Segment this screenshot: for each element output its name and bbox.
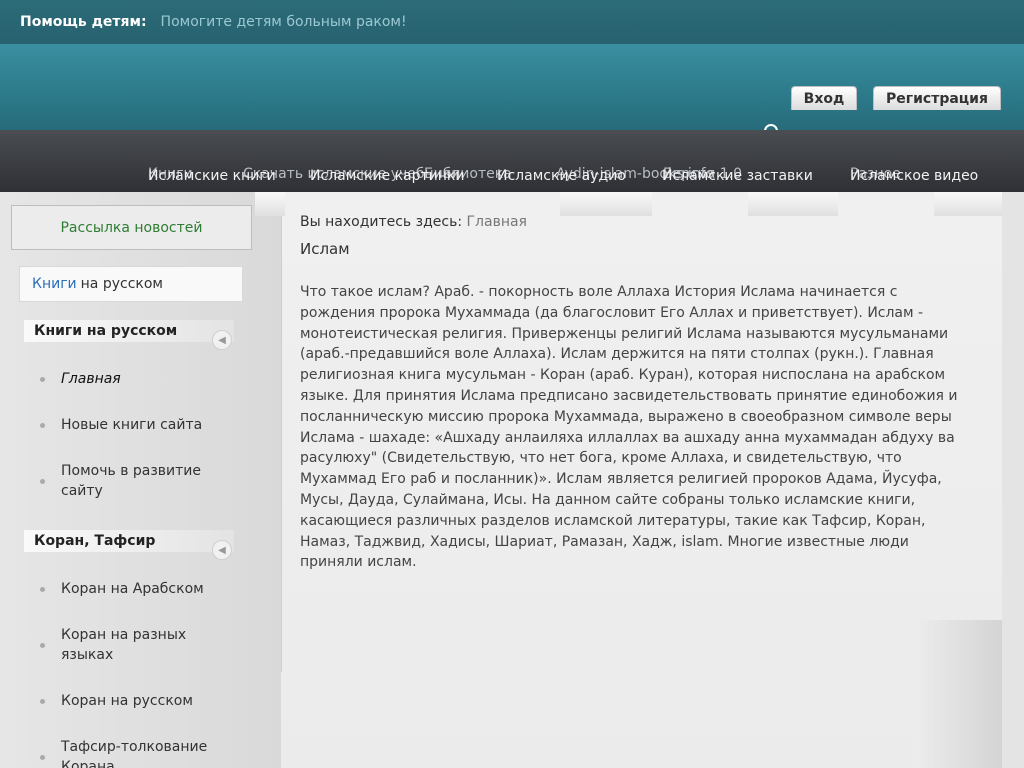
section-heading-books: Книги на русском (24, 320, 234, 342)
books-link[interactable]: Книги (32, 276, 77, 292)
nav-tab-decoration (748, 192, 838, 216)
books-language-box: Книги на русском (19, 266, 243, 302)
bullet-icon (40, 698, 45, 704)
books-suffix: на русском (80, 276, 163, 292)
menu-item-home[interactable]: Главная (40, 369, 230, 389)
bullet-icon (40, 642, 45, 648)
nav-tab-decoration (560, 192, 652, 216)
help-children-link[interactable]: Помогите детям больным раком! (161, 14, 407, 30)
menu-item-label: Помочь в развитие сайту (61, 463, 202, 499)
bullet-icon (40, 754, 45, 760)
bullet-icon (40, 422, 45, 428)
section-heading-quran: Коран, Тафсир (24, 530, 234, 552)
register-button[interactable]: Регистрация (873, 86, 1001, 110)
menu-item-tafsir[interactable]: Тафсир-толкование Корана (40, 737, 230, 768)
breadcrumb: Вы находитесь здесь: Главная (300, 214, 527, 230)
menu-item-label: Коран на русском (61, 693, 193, 709)
menu-item-label: Главная (61, 371, 121, 387)
bullet-icon (40, 478, 45, 484)
bullet-icon (40, 586, 45, 592)
nav-tab-decoration (255, 192, 285, 216)
menu-item-quran-arabic[interactable]: Коран на Арабском (40, 579, 230, 599)
menu-item-quran-languages[interactable]: Коран на разных языках (40, 625, 230, 665)
breadcrumb-label: Вы находитесь здесь: (300, 214, 463, 230)
nav-item-video[interactable]: Исламское видео (850, 168, 978, 184)
nav-item-audio[interactable]: Исламские аудио (497, 168, 626, 184)
site-header: Вход Регистрация (0, 44, 1024, 144)
nav-tab-decoration (934, 192, 1002, 216)
right-margin (1002, 192, 1024, 768)
help-children-label: Помощь детям: (20, 14, 147, 30)
chevron-left-icon[interactable]: ◀ (212, 330, 232, 350)
menu-item-label: Коран на Арабском (61, 581, 204, 597)
page-title: Ислам (300, 240, 350, 258)
menu-item-label: Новые книги сайта (61, 417, 203, 433)
main-content: Вы находитесь здесь: Главная Ислам Что т… (282, 192, 1002, 768)
nav-item-screensavers[interactable]: Исламские заставки (662, 168, 813, 184)
login-button[interactable]: Вход (791, 86, 857, 110)
top-bar: Помощь детям: Помогите детям больным рак… (0, 0, 1024, 44)
nav-item-pictures[interactable]: Исламские картинки (310, 168, 464, 184)
main-navigation: Книги Скачать исламские учебники Библиот… (0, 130, 1024, 192)
breadcrumb-current[interactable]: Главная (467, 214, 527, 230)
article-text: Что такое ислам? Араб. - покорность воле… (300, 284, 958, 571)
chevron-left-icon[interactable]: ◀ (212, 540, 232, 560)
menu-item-quran-russian[interactable]: Коран на русском (40, 691, 230, 711)
menu-item-help-site[interactable]: Помочь в развитие сайту (40, 461, 230, 501)
bullet-icon (40, 376, 45, 382)
nav-item-books[interactable]: Исламские книги (148, 168, 276, 184)
menu-item-new-books[interactable]: Новые книги сайта (40, 415, 230, 435)
decorative-shade (916, 620, 1002, 768)
menu-item-label: Коран на разных языках (61, 627, 187, 663)
menu-item-label: Тафсир-толкование Корана (61, 739, 208, 768)
newsletter-button[interactable]: Рассылка новостей (11, 205, 252, 250)
sidebar: Рассылка новостей Книги на русском Книги… (0, 192, 281, 768)
